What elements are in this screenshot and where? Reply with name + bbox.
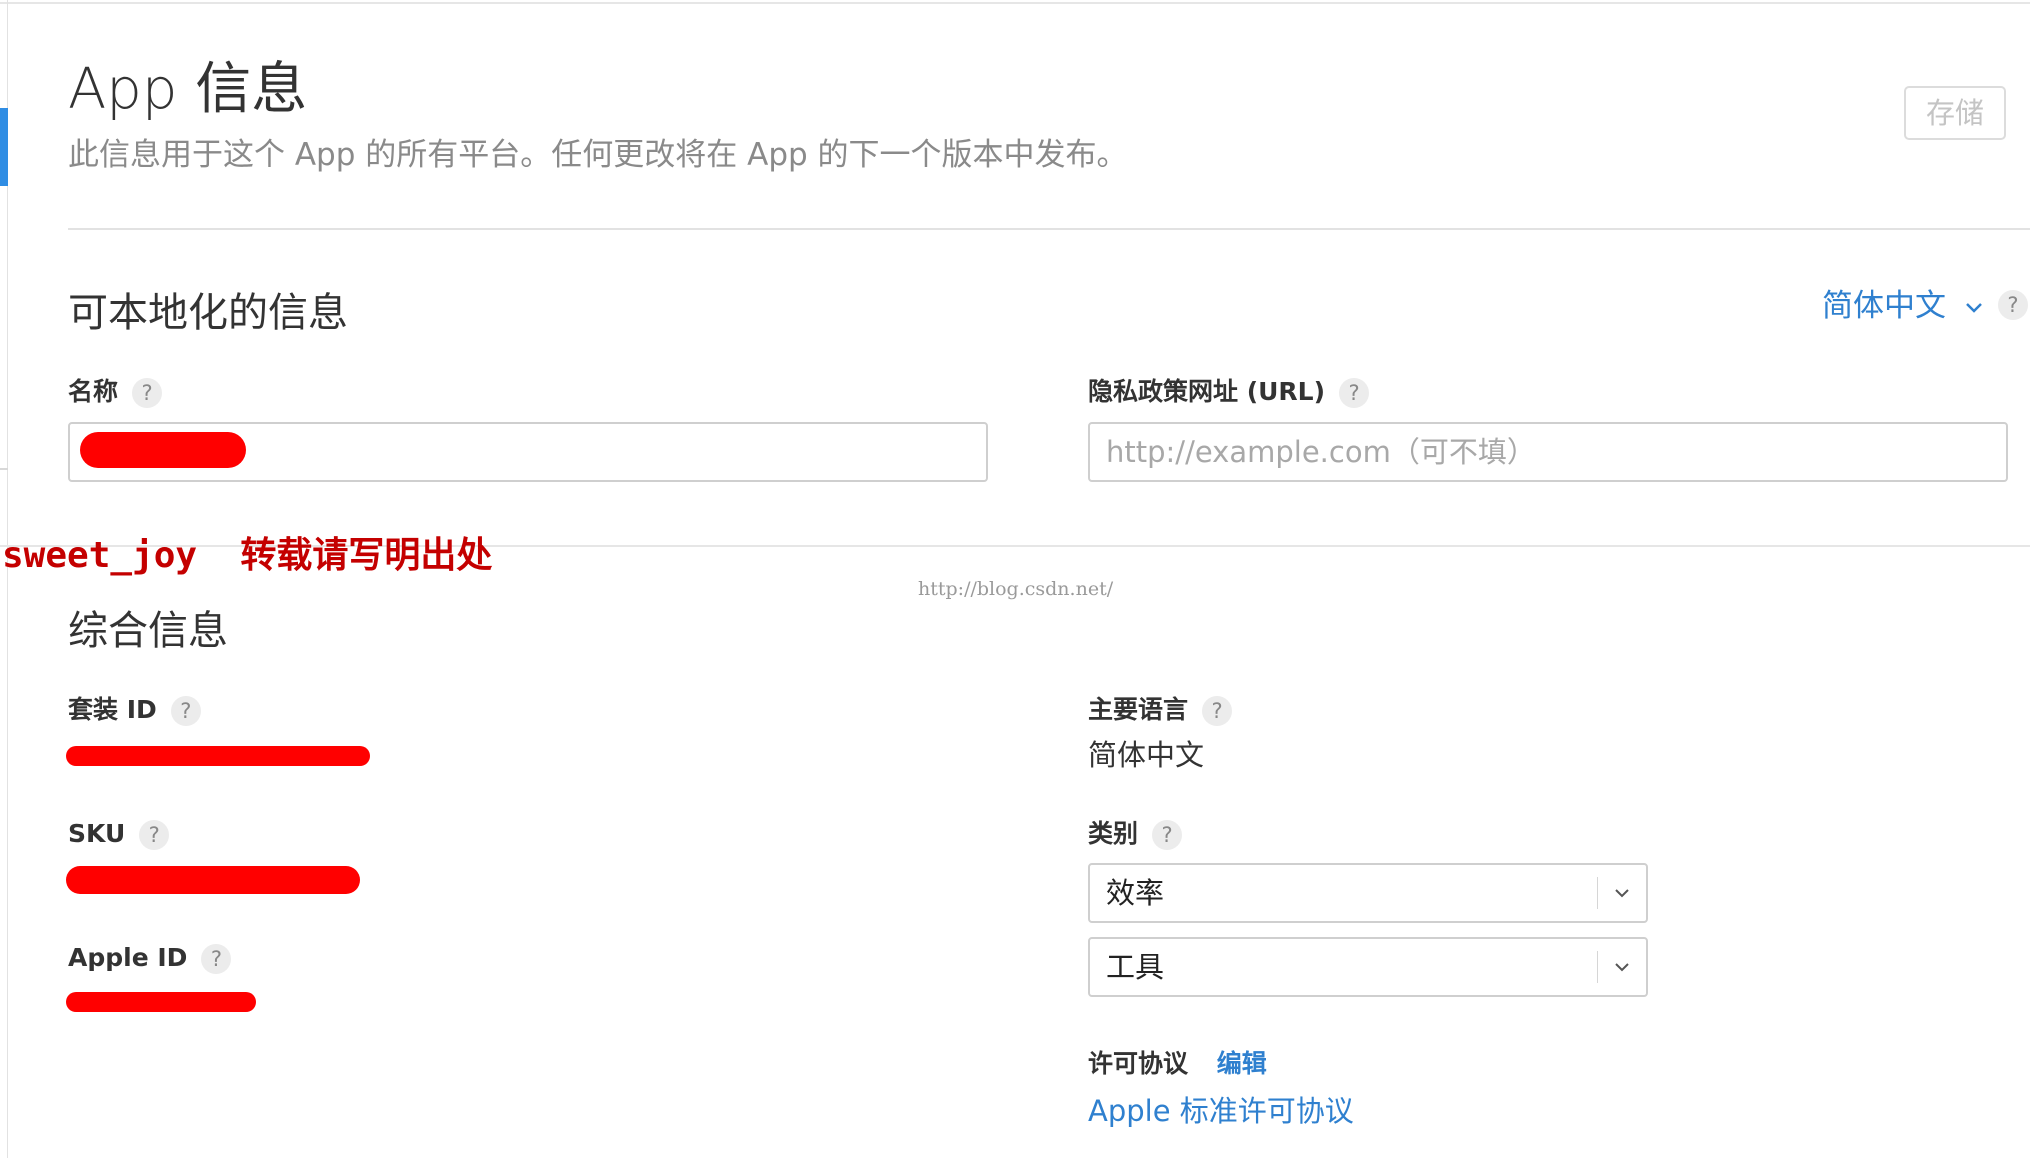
secondary-category-value: 工具 <box>1106 950 1165 984</box>
sidebar-active-indicator <box>0 108 8 186</box>
primary-language-label-text: 主要语言 <box>1088 695 1189 724</box>
bundle-id-label: 套装 ID? <box>68 692 201 728</box>
name-label-text: 名称 <box>68 377 119 406</box>
category-label-text: 类别 <box>1088 819 1139 848</box>
bundle-id-help-icon[interactable]: ? <box>170 696 201 726</box>
select-separator <box>1597 951 1598 983</box>
localizable-section-title: 可本地化的信息 <box>68 290 348 336</box>
page-title: App 信息 <box>68 57 308 122</box>
select-separator <box>1597 877 1598 909</box>
license-label: 许可协议 <box>1088 1049 1189 1078</box>
primary-category-select[interactable]: 效率 <box>1088 863 1648 923</box>
secondary-category-select[interactable]: 工具 <box>1088 937 1648 997</box>
primary-language-help-icon[interactable]: ? <box>1202 696 1233 726</box>
header-divider <box>68 228 2030 230</box>
language-selector[interactable]: 简体中文 <box>1822 284 1984 328</box>
chevron-down-icon <box>1615 889 1629 898</box>
privacy-url-input[interactable] <box>1088 422 2008 482</box>
bundle-id-redaction <box>66 746 370 766</box>
sidebar-tick <box>0 468 8 470</box>
watermark-url: http://blog.csdn.net/ <box>918 578 1114 600</box>
watermark-text: sweet_joy 转载请写明出处 <box>2 535 493 576</box>
top-border <box>0 2 2030 4</box>
sku-label-text: SKU <box>68 819 126 848</box>
sku-help-icon[interactable]: ? <box>139 820 170 850</box>
category-help-icon[interactable]: ? <box>1152 820 1183 850</box>
chevron-down-icon <box>1615 963 1629 972</box>
category-label: 类别? <box>1088 816 1183 852</box>
language-help-icon[interactable]: ? <box>1998 290 2028 320</box>
chevron-down-icon <box>1965 302 1982 313</box>
license-edit-link[interactable]: 编辑 <box>1217 1049 1267 1078</box>
general-section-title: 综合信息 <box>68 608 228 654</box>
page-subtitle: 此信息用于这个 App 的所有平台。任何更改将在 App 的下一个版本中发布。 <box>68 137 1128 173</box>
sku-redaction <box>66 866 360 894</box>
bundle-id-label-text: 套装 ID <box>68 695 157 724</box>
name-label: 名称? <box>68 374 163 410</box>
license-agreement-link[interactable]: Apple 标准许可协议 <box>1088 1090 1354 1132</box>
primary-category-value: 效率 <box>1106 876 1165 910</box>
apple-id-redaction <box>66 992 256 1012</box>
apple-id-label: Apple ID? <box>68 940 232 976</box>
license-label-row: 许可协议 编辑 <box>1088 1046 1267 1082</box>
language-selector-label: 简体中文 <box>1822 288 1946 324</box>
apple-id-help-icon[interactable]: ? <box>201 944 232 974</box>
name-help-icon[interactable]: ? <box>132 378 163 408</box>
primary-language-value: 简体中文 <box>1088 738 1205 772</box>
sku-label: SKU? <box>68 816 170 852</box>
primary-language-label: 主要语言? <box>1088 692 1233 728</box>
name-redaction <box>80 432 246 468</box>
privacy-url-help-icon[interactable]: ? <box>1339 378 1370 408</box>
privacy-url-label-text: 隐私政策网址 (URL) <box>1088 377 1326 406</box>
privacy-url-label: 隐私政策网址 (URL)? <box>1088 374 1370 410</box>
apple-id-label-text: Apple ID <box>68 943 188 972</box>
save-button[interactable]: 存储 <box>1904 86 2006 140</box>
